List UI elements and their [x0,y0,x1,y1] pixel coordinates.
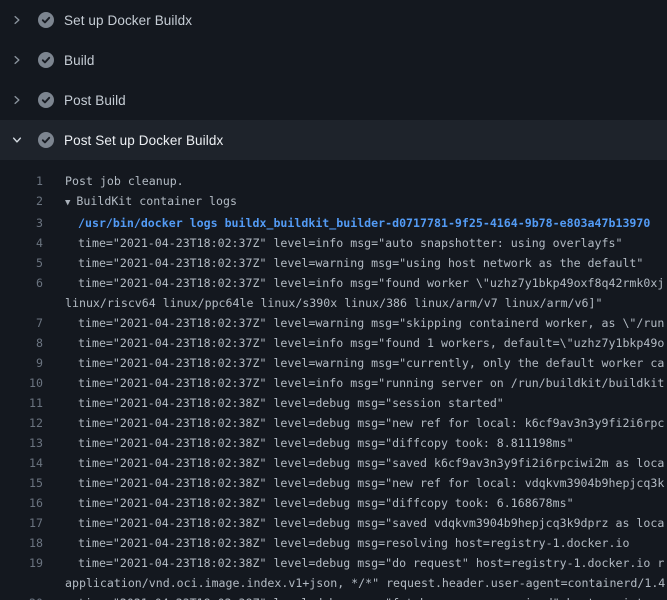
chevron-right-icon [9,12,25,28]
log-line: 13time="2021-04-23T18:02:38Z" level=debu… [0,433,667,453]
step-title: Build [64,53,95,68]
log-line: 19time="2021-04-23T18:02:38Z" level=debu… [0,553,667,573]
log-line-number[interactable]: 20 [0,593,43,600]
log-line: 1Post job cleanup. [0,171,667,191]
log-line-continuation: linux/riscv64 linux/ppc64le linux/s390x … [0,293,667,313]
log-line-text: time="2021-04-23T18:02:38Z" level=debug … [43,553,664,573]
log-line-number[interactable]: 10 [0,373,43,393]
log-line-text: Post job cleanup. [43,171,184,191]
log-line-number[interactable]: 2 [0,191,43,213]
log-line-text: time="2021-04-23T18:02:37Z" level=info m… [43,233,622,253]
log-line-text: time="2021-04-23T18:02:38Z" level=debug … [43,413,664,433]
log-line: 7time="2021-04-23T18:02:37Z" level=warni… [0,313,667,333]
log-line-text: time="2021-04-23T18:02:38Z" level=debug … [43,393,504,413]
log-line-number[interactable]: 13 [0,433,43,453]
actions-log-panel: Set up Docker Buildx Build Post Build Post … [0,0,667,600]
log-line-number[interactable]: 12 [0,413,43,433]
step-row-post-build[interactable]: Post Build [0,80,667,120]
log-line-number[interactable]: 5 [0,253,43,273]
log-line-number[interactable]: 3 [0,213,43,233]
log-line: 9time="2021-04-23T18:02:37Z" level=warni… [0,353,667,373]
check-circle-icon [38,12,54,28]
log-line-number [0,573,43,593]
check-circle-icon [38,132,54,148]
check-circle-icon [38,52,54,68]
log-line: 11time="2021-04-23T18:02:38Z" level=debu… [0,393,667,413]
step-title: Set up Docker Buildx [64,13,192,28]
log-line-text: ▼BuildKit container logs [43,191,237,213]
steps-list: Set up Docker Buildx Build Post Build Post … [0,0,667,160]
log-line-number [0,293,43,313]
step-row-set-up-docker-buildx[interactable]: Set up Docker Buildx [0,0,667,40]
log-line-number[interactable]: 6 [0,273,43,293]
group-toggle-icon[interactable]: ▼ [65,193,70,213]
step-title: Post Set up Docker Buildx [64,133,223,148]
log-line: 18time="2021-04-23T18:02:38Z" level=debu… [0,533,667,553]
log-line-number[interactable]: 9 [0,353,43,373]
log-line-text: time="2021-04-23T18:02:38Z" level=debug … [43,533,629,553]
log-viewer: 1Post job cleanup.2▼BuildKit container l… [0,160,667,600]
step-row-post-set-up-docker-buildx[interactable]: Post Set up Docker Buildx [0,120,667,160]
log-line-text: time="2021-04-23T18:02:37Z" level=info m… [43,373,664,393]
chevron-down-icon [9,132,25,148]
log-line: 4time="2021-04-23T18:02:37Z" level=info … [0,233,667,253]
step-row-build[interactable]: Build [0,40,667,80]
log-line: 20time="2021-04-23T18:02:38Z" level=debu… [0,593,667,600]
log-line: 2▼BuildKit container logs [0,191,667,213]
log-line: 14time="2021-04-23T18:02:38Z" level=debu… [0,453,667,473]
step-title: Post Build [64,93,126,108]
log-line-text: time="2021-04-23T18:02:38Z" level=debug … [43,493,574,513]
log-line: 16time="2021-04-23T18:02:38Z" level=debu… [0,493,667,513]
check-circle-icon [38,92,54,108]
log-line-number[interactable]: 1 [0,171,43,191]
log-line-text: time="2021-04-23T18:02:37Z" level=info m… [43,273,664,293]
log-line: 17time="2021-04-23T18:02:38Z" level=debu… [0,513,667,533]
log-line: 3/usr/bin/docker logs buildx_buildkit_bu… [0,213,667,233]
log-line-number[interactable]: 17 [0,513,43,533]
log-line-text: time="2021-04-23T18:02:37Z" level=warnin… [43,253,643,273]
chevron-right-icon [9,92,25,108]
log-line: 10time="2021-04-23T18:02:37Z" level=info… [0,373,667,393]
log-line-text: time="2021-04-23T18:02:37Z" level=warnin… [43,353,664,373]
log-line-text: time="2021-04-23T18:02:38Z" level=debug … [43,593,664,600]
log-line: 12time="2021-04-23T18:02:38Z" level=debu… [0,413,667,433]
log-line-number[interactable]: 16 [0,493,43,513]
log-line: 5time="2021-04-23T18:02:37Z" level=warni… [0,253,667,273]
log-line-text: time="2021-04-23T18:02:37Z" level=warnin… [43,313,664,333]
log-line-number[interactable]: 7 [0,313,43,333]
log-line-number[interactable]: 18 [0,533,43,553]
log-line-text: time="2021-04-23T18:02:38Z" level=debug … [43,473,664,493]
log-line-text: linux/riscv64 linux/ppc64le linux/s390x … [43,293,602,313]
log-line-text: time="2021-04-23T18:02:37Z" level=info m… [43,333,664,353]
log-line-text: application/vnd.oci.image.index.v1+json,… [43,573,665,593]
log-line-number[interactable]: 14 [0,453,43,473]
log-line-number[interactable]: 15 [0,473,43,493]
log-line-number[interactable]: 8 [0,333,43,353]
log-line-text: time="2021-04-23T18:02:38Z" level=debug … [43,513,664,533]
log-line-continuation: application/vnd.oci.image.index.v1+json,… [0,573,667,593]
log-line-text: time="2021-04-23T18:02:38Z" level=debug … [43,433,574,453]
log-line-text: time="2021-04-23T18:02:38Z" level=debug … [43,453,664,473]
log-line: 6time="2021-04-23T18:02:37Z" level=info … [0,273,667,293]
log-line-number[interactable]: 11 [0,393,43,413]
log-line: 15time="2021-04-23T18:02:38Z" level=debu… [0,473,667,493]
log-line-number[interactable]: 19 [0,553,43,573]
chevron-right-icon [9,52,25,68]
log-line: 8time="2021-04-23T18:02:37Z" level=info … [0,333,667,353]
log-command-text: /usr/bin/docker logs buildx_buildkit_bui… [43,213,650,233]
log-line-number[interactable]: 4 [0,233,43,253]
